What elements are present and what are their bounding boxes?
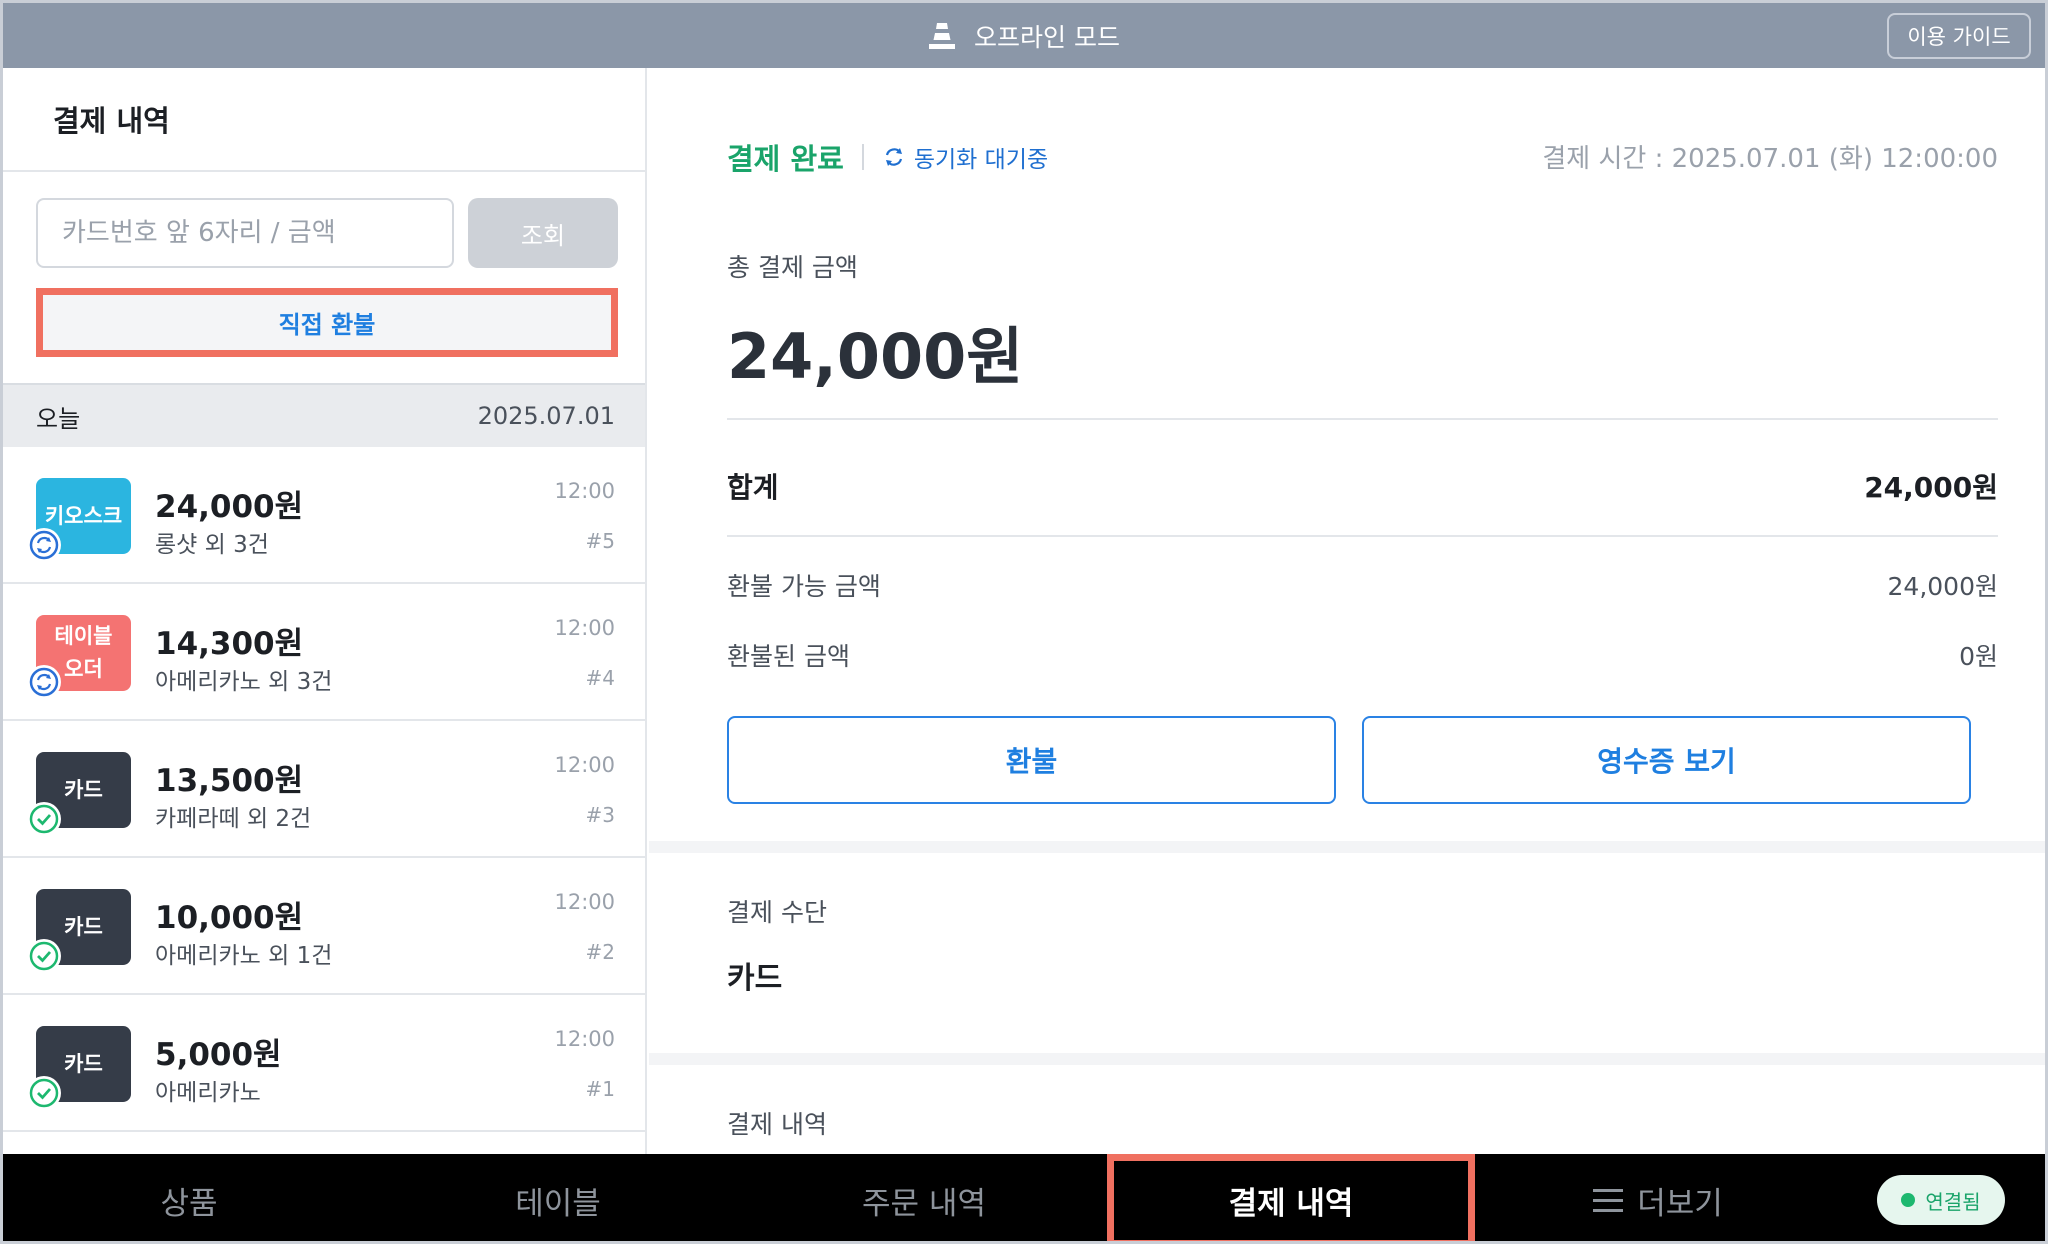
total-amount-label: 총 결제 금액 [727,253,858,282]
sync-done-check-icon [27,802,61,836]
refundable-amount-label: 환불 가능 금액 [727,572,881,601]
hamburger-menu-icon [1593,1189,1624,1212]
payment-list-item[interactable]: 테이블 오더 14,300원 아메리카노 외 3건 12:00 #4 [3,584,645,721]
payment-time: 12:00 [554,753,615,777]
payment-summary: 롱샷 외 3건 [155,532,269,558]
payment-number: #2 [585,940,615,964]
payment-list-item[interactable]: 카드 5,000원 아메리카노 12:00 #1 [3,995,645,1132]
sync-icon [885,148,902,166]
nav-products-label: 상품 [160,1186,218,1222]
payment-number: #3 [585,803,615,827]
view-receipt-button[interactable]: 영수증 보기 [1362,716,1971,804]
nav-orders[interactable]: 주문 내역 [741,1154,1107,1241]
nav-tables-label: 테이블 [515,1186,601,1222]
payment-status: 결제 완료 [727,142,844,176]
app-frame: 오프라인 모드 이용 가이드 결제 내역 조회 직접 환불 오늘 2025.07… [0,0,2048,1244]
payment-time: 12:00 [554,890,615,914]
payment-amount: 10,000원 [155,900,304,936]
payment-number: #4 [585,666,615,690]
offline-mode-indicator: 오프라인 모드 [3,3,2045,68]
payment-method-card: 결제 수단 카드 [649,853,2045,1053]
search-input[interactable] [36,198,454,268]
connected-dot-icon [1901,1193,1916,1207]
panel-title: 결제 내역 [3,68,645,172]
payment-detail-panel: 결제 완료 동기화 대기중 결제 시간 : 2025.07.01 (화) 12:… [649,68,2045,1154]
date-group-header: 오늘 2025.07.01 [3,383,645,447]
payment-time: 12:00 [554,616,615,640]
search-button[interactable]: 조회 [468,198,618,268]
payment-list-item[interactable]: 카드 13,500원 카페라떼 외 2건 12:00 #3 [3,721,645,858]
payment-summary: 카페라떼 외 2건 [155,806,312,832]
sum-label: 합계 [727,471,779,504]
sync-pending-icon [27,528,61,562]
payment-amount: 24,000원 [155,489,304,525]
nav-orders-label: 주문 내역 [862,1186,986,1222]
refunded-amount-value: 0원 [1959,642,1998,671]
payment-number: #5 [585,529,615,553]
payment-summary: 아메리카노 외 3건 [155,669,333,695]
connection-status-badge: 연결됨 [1877,1175,2005,1225]
payment-time-label: 결제 시간 : 2025.07.01 (화) 12:00:00 [1542,144,1998,174]
sync-done-check-icon [27,939,61,973]
status-row: 결제 완료 동기화 대기중 [727,136,1048,178]
search-row: 조회 [36,198,618,268]
sync-pending-icon [27,665,61,699]
nav-products[interactable]: 상품 [3,1154,375,1241]
nav-more-label: 더보기 [1637,1186,1723,1222]
refund-button[interactable]: 환불 [727,716,1336,804]
payment-number: #1 [585,1077,615,1101]
sum-value: 24,000원 [1864,471,1998,504]
direct-refund-button[interactable]: 직접 환불 [36,288,618,357]
nav-more[interactable]: 더보기 [1475,1154,1841,1241]
nav-payments[interactable]: 결제 내역 [1107,1154,1475,1241]
payment-list-item[interactable]: 키오스크 24,000원 롱샷 외 3건 12:00 #5 [3,447,645,584]
payment-list-panel: 결제 내역 조회 직접 환불 오늘 2025.07.01 키오스크 24,000… [3,68,647,1154]
payment-summary-card: 결제 완료 동기화 대기중 결제 시간 : 2025.07.01 (화) 12:… [649,68,2045,841]
date-group-date: 2025.07.01 [477,402,615,430]
traffic-cone-icon [929,22,956,49]
refunded-amount-label: 환불된 금액 [727,642,850,671]
top-bar: 오프라인 모드 이용 가이드 [3,3,2045,68]
payment-list: 키오스크 24,000원 롱샷 외 3건 12:00 #5 테이블 오더 14,… [3,447,645,1132]
user-guide-button[interactable]: 이용 가이드 [1887,13,2031,59]
payment-history-card: 결제 내역 [649,1065,2045,1154]
payment-time: 12:00 [554,479,615,503]
status-divider [861,144,864,170]
divider [727,535,1998,537]
payment-history-label: 결제 내역 [727,1110,827,1139]
payment-amount: 13,500원 [155,763,304,799]
connection-status-label: 연결됨 [1925,1189,1981,1214]
payment-method-label: 결제 수단 [727,898,827,927]
divider [727,418,1998,420]
nav-payments-label: 결제 내역 [1228,1186,1354,1222]
payment-summary: 아메리카노 [155,1080,261,1106]
payment-method-value: 카드 [727,961,783,996]
payment-amount: 5,000원 [155,1037,282,1073]
nav-tables[interactable]: 테이블 [375,1154,741,1241]
sync-status-label: 동기화 대기중 [913,147,1049,173]
payment-amount: 14,300원 [155,626,304,662]
payment-summary: 아메리카노 외 1건 [155,943,333,969]
bottom-nav: 상품 테이블 주문 내역 결제 내역 더보기 연결됨 [3,1154,2045,1241]
offline-mode-label: 오프라인 모드 [974,22,1120,52]
sync-status: 동기화 대기중 [882,140,1048,174]
payment-list-item[interactable]: 카드 10,000원 아메리카노 외 1건 12:00 #2 [3,858,645,995]
refundable-amount-value: 24,000원 [1887,572,1998,601]
payment-time: 12:00 [554,1027,615,1051]
total-amount-value: 24,000원 [727,320,1024,393]
sync-done-check-icon [27,1076,61,1110]
date-group-label: 오늘 [36,404,81,433]
